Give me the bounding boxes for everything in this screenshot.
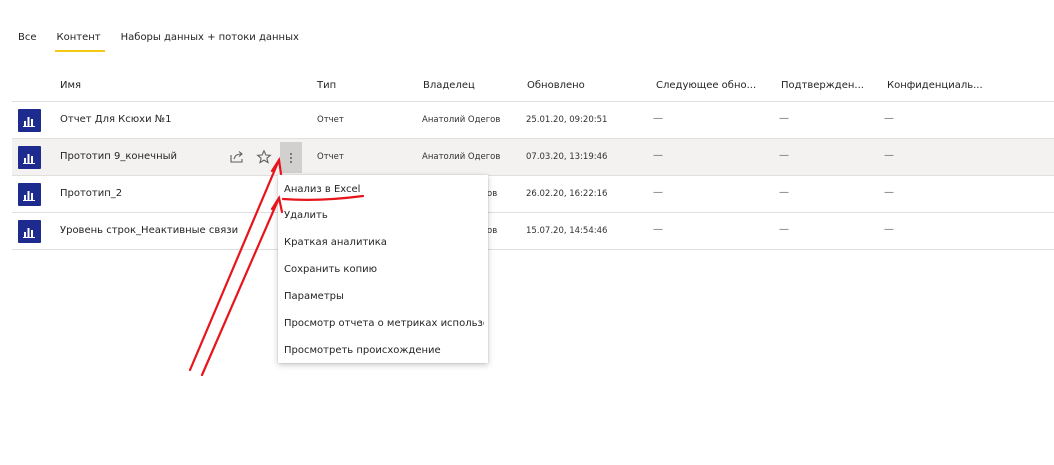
- table-row[interactable]: Прототип 9_конечный Отчет Анатолий Одего…: [12, 139, 1054, 176]
- item-endorsement: —: [779, 150, 789, 161]
- menu-item-quick-insights[interactable]: Краткая аналитика: [284, 237, 484, 248]
- item-endorsement: —: [779, 224, 789, 235]
- table-row[interactable]: Прототип_2 ов 26.02.20, 16:22:16 — — —: [12, 176, 1054, 213]
- menu-item-view-lineage[interactable]: Просмотреть происхождение: [284, 345, 484, 356]
- menu-item-delete[interactable]: Удалить: [284, 210, 484, 221]
- star-icon[interactable]: [256, 149, 272, 165]
- content-tabs: Все Контент Наборы данных + потоки данны…: [18, 30, 319, 52]
- item-type: Отчет: [317, 152, 344, 162]
- column-header-endorsement[interactable]: Подтвержден...: [781, 80, 864, 91]
- column-header-updated[interactable]: Обновлено: [527, 80, 585, 91]
- menu-item-settings[interactable]: Параметры: [284, 291, 484, 302]
- workspace-content-view: Все Контент Наборы данных + потоки данны…: [0, 0, 1054, 465]
- item-owner: Анатолий Одегов: [422, 152, 501, 162]
- item-owner: ов: [487, 226, 498, 236]
- table-row[interactable]: Уровень строк_Неактивные связи ов 15.07.…: [12, 213, 1054, 250]
- item-name[interactable]: Прототип 9_конечный: [60, 151, 177, 162]
- tab-datasets-dataflows[interactable]: Наборы данных + потоки данных: [121, 30, 299, 52]
- more-vertical-icon[interactable]: [280, 142, 302, 173]
- item-name[interactable]: Уровень строк_Неактивные связи: [60, 225, 238, 236]
- table-header: Имя Тип Владелец Обновлено Следующее обн…: [12, 72, 1054, 102]
- table-row[interactable]: Отчет Для Ксюхи №1 Отчет Анатолий Одегов…: [12, 102, 1054, 139]
- context-menu: Анализ в Excel Удалить Краткая аналитика…: [278, 175, 488, 363]
- item-next-refresh: —: [653, 150, 663, 161]
- bar-chart-icon: [18, 109, 41, 132]
- item-owner: Анатолий Одегов: [422, 115, 501, 125]
- item-updated: 07.03.20, 13:19:46: [526, 152, 608, 162]
- bar-chart-icon: [18, 183, 41, 206]
- bar-chart-icon: [18, 146, 41, 169]
- item-type: Отчет: [317, 115, 344, 125]
- column-header-sensitivity[interactable]: Конфиденциаль...: [887, 80, 983, 91]
- item-owner: ов: [487, 189, 498, 199]
- tab-all[interactable]: Все: [18, 30, 37, 52]
- column-header-type[interactable]: Тип: [317, 80, 336, 91]
- item-sensitivity: —: [884, 150, 894, 161]
- item-name[interactable]: Отчет Для Ксюхи №1: [60, 114, 172, 125]
- item-updated: 25.01.20, 09:20:51: [526, 115, 608, 125]
- item-endorsement: —: [779, 113, 789, 124]
- item-endorsement: —: [779, 187, 789, 198]
- item-sensitivity: —: [884, 224, 894, 235]
- item-name[interactable]: Прототип_2: [60, 188, 122, 199]
- menu-item-save-copy[interactable]: Сохранить копию: [284, 264, 484, 275]
- menu-item-analyze-in-excel[interactable]: Анализ в Excel: [284, 184, 484, 195]
- item-next-refresh: —: [653, 113, 663, 124]
- share-icon[interactable]: [229, 149, 245, 165]
- item-updated: 15.07.20, 14:54:46: [526, 226, 608, 236]
- menu-item-usage-metrics[interactable]: Просмотр отчета о метриках использо...: [284, 318, 484, 329]
- tab-content[interactable]: Контент: [54, 30, 105, 52]
- column-header-next-refresh[interactable]: Следующее обно...: [656, 80, 756, 91]
- column-header-name[interactable]: Имя: [60, 80, 81, 91]
- column-header-owner[interactable]: Владелец: [423, 80, 475, 91]
- item-next-refresh: —: [653, 224, 663, 235]
- item-updated: 26.02.20, 16:22:16: [526, 189, 608, 199]
- item-sensitivity: —: [884, 113, 894, 124]
- item-sensitivity: —: [884, 187, 894, 198]
- bar-chart-icon: [18, 220, 41, 243]
- item-next-refresh: —: [653, 187, 663, 198]
